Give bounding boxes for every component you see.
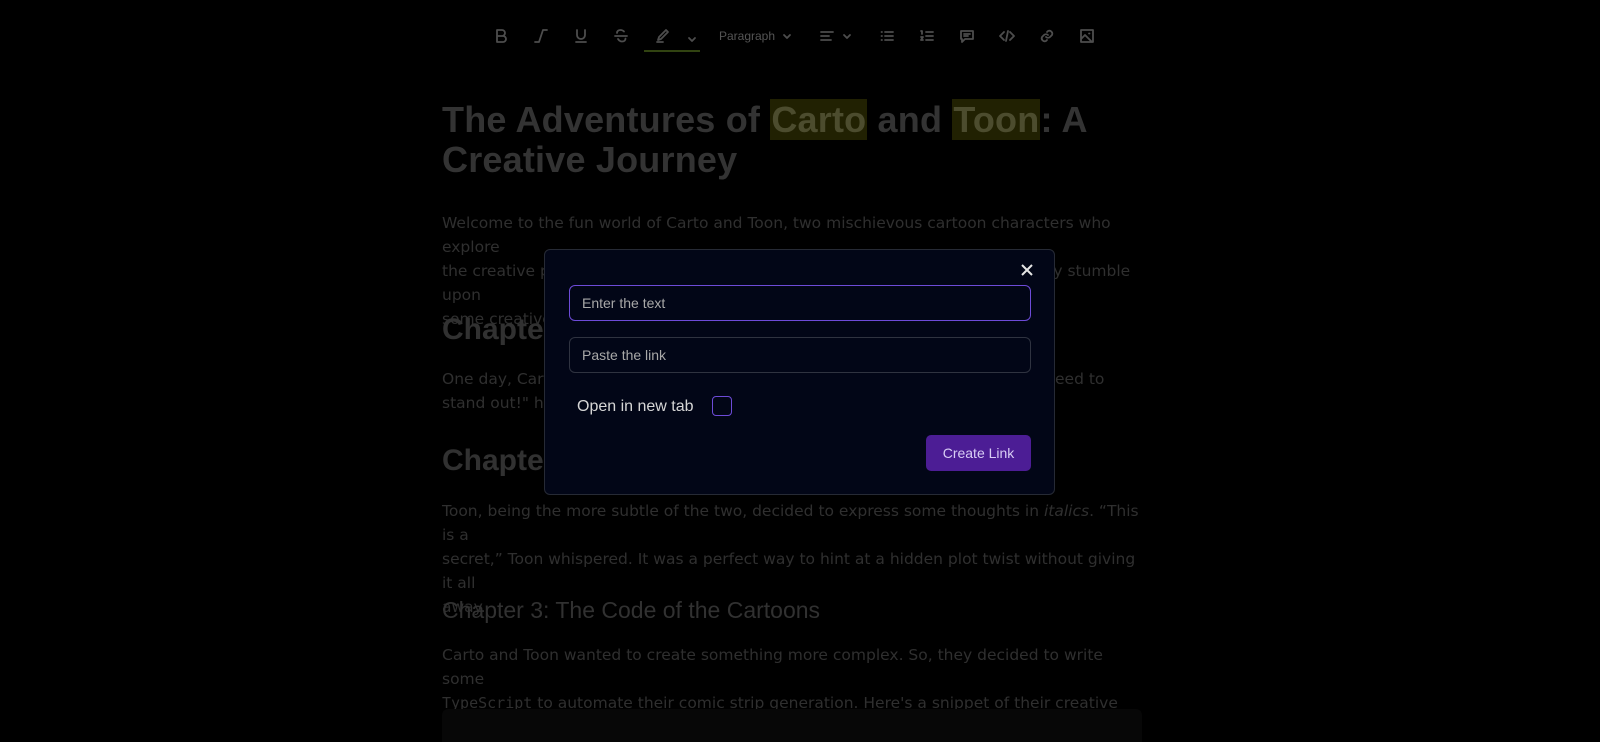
create-link-button[interactable]: Create Link	[926, 435, 1031, 471]
link-url-input[interactable]	[569, 337, 1031, 373]
close-button[interactable]	[1020, 262, 1036, 278]
new-tab-label: Open in new tab	[577, 398, 694, 415]
close-icon	[1021, 264, 1033, 276]
new-tab-checkbox[interactable]	[712, 396, 732, 416]
link-text-input[interactable]	[569, 285, 1031, 321]
link-dialog: Open in new tab Create Link	[544, 249, 1055, 495]
